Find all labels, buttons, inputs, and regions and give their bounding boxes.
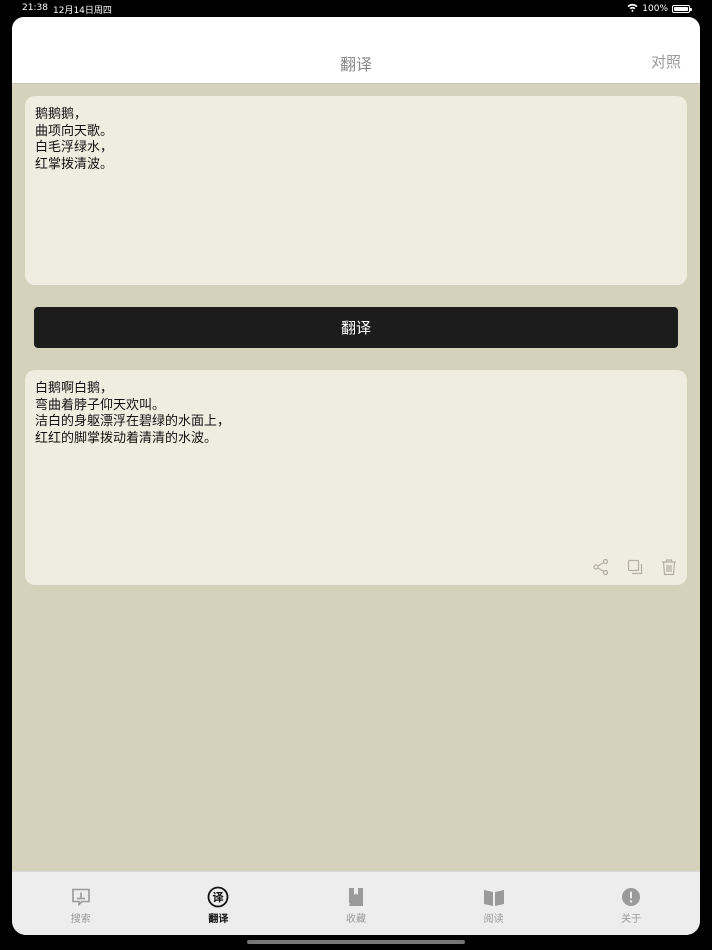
source-text-input[interactable]: 鹅鹅鹅， 曲项向天歌。 白毛浮绿水， 红掌拨清波。 bbox=[25, 96, 687, 285]
tab-bar: 搜索 译 翻译 收藏 阅读 关于 bbox=[12, 871, 700, 935]
tab-label: 阅读 bbox=[483, 914, 504, 925]
compare-button[interactable]: 对照 bbox=[651, 51, 681, 72]
trash-icon[interactable] bbox=[657, 555, 681, 579]
status-bar: 21:38 12月14日周四 100% bbox=[0, 0, 712, 17]
tab-label: 关于 bbox=[621, 914, 642, 925]
search-message-icon bbox=[69, 886, 93, 908]
status-date: 12月14日周四 bbox=[53, 6, 112, 16]
copy-icon[interactable] bbox=[623, 555, 647, 579]
translate-icon: 译 bbox=[206, 886, 230, 908]
bookmark-book-icon bbox=[344, 886, 368, 908]
translate-button[interactable]: 翻译 bbox=[34, 307, 678, 348]
status-time: 21:38 bbox=[22, 3, 48, 13]
translation-output: 白鹅啊白鹅， 弯曲着脖子仰天欢叫。 洁白的身躯漂浮在碧绿的水面上， 红红的脚掌拨… bbox=[25, 370, 687, 585]
open-book-icon bbox=[482, 886, 506, 908]
battery-percentage: 100% bbox=[642, 4, 668, 14]
page-title: 翻译 bbox=[339, 55, 372, 74]
home-indicator[interactable] bbox=[247, 940, 465, 944]
tab-translate[interactable]: 译 翻译 bbox=[150, 872, 288, 935]
tab-reading[interactable]: 阅读 bbox=[425, 872, 563, 935]
output-actions bbox=[589, 555, 681, 579]
wifi-icon bbox=[627, 3, 638, 15]
source-text[interactable]: 鹅鹅鹅， 曲项向天歌。 白毛浮绿水， 红掌拨清波。 bbox=[35, 107, 677, 173]
battery-icon bbox=[672, 5, 692, 13]
tab-label: 翻译 bbox=[208, 914, 229, 925]
battery-fill bbox=[674, 7, 688, 11]
app-window: 翻译 对照 鹅鹅鹅， 曲项向天歌。 白毛浮绿水， 红掌拨清波。 翻译 白鹅啊白鹅… bbox=[12, 17, 700, 935]
info-exclamation-icon bbox=[619, 886, 643, 908]
share-icon[interactable] bbox=[589, 555, 613, 579]
svg-text:译: 译 bbox=[213, 891, 225, 904]
tab-label: 搜索 bbox=[70, 914, 91, 925]
navigation-bar: 翻译 对照 bbox=[12, 17, 700, 84]
status-indicators: 100% bbox=[627, 3, 692, 15]
tab-label: 收藏 bbox=[345, 914, 366, 925]
translation-text: 白鹅啊白鹅， 弯曲着脖子仰天欢叫。 洁白的身躯漂浮在碧绿的水面上， 红红的脚掌拨… bbox=[35, 381, 231, 446]
tab-search[interactable]: 搜索 bbox=[12, 872, 150, 935]
tab-about[interactable]: 关于 bbox=[562, 872, 700, 935]
tab-favorites[interactable]: 收藏 bbox=[287, 872, 425, 935]
